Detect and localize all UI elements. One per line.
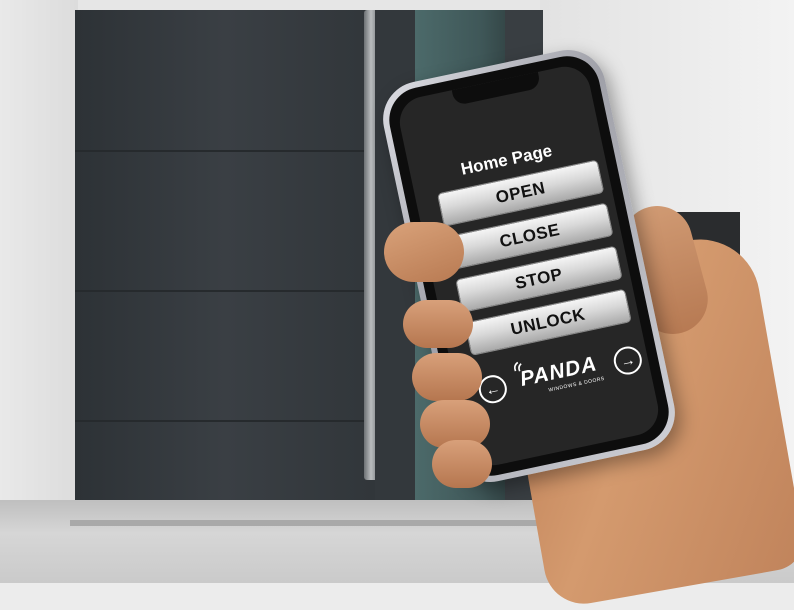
left-wall xyxy=(0,0,78,583)
phone-notch xyxy=(451,71,542,106)
panda-logo: PANDA WINDOWS & DOORS xyxy=(504,342,616,411)
hand-finger xyxy=(432,440,492,488)
hand-finger xyxy=(403,300,473,348)
step-edge xyxy=(70,520,550,526)
hand-thumb-left xyxy=(384,222,464,282)
door-panel-line xyxy=(75,420,375,422)
door-panel-line xyxy=(75,150,375,152)
hand-finger xyxy=(412,353,482,401)
door-panel-line xyxy=(75,290,375,292)
arrow-right-icon[interactable]: → xyxy=(611,343,645,378)
front-door xyxy=(75,10,375,520)
